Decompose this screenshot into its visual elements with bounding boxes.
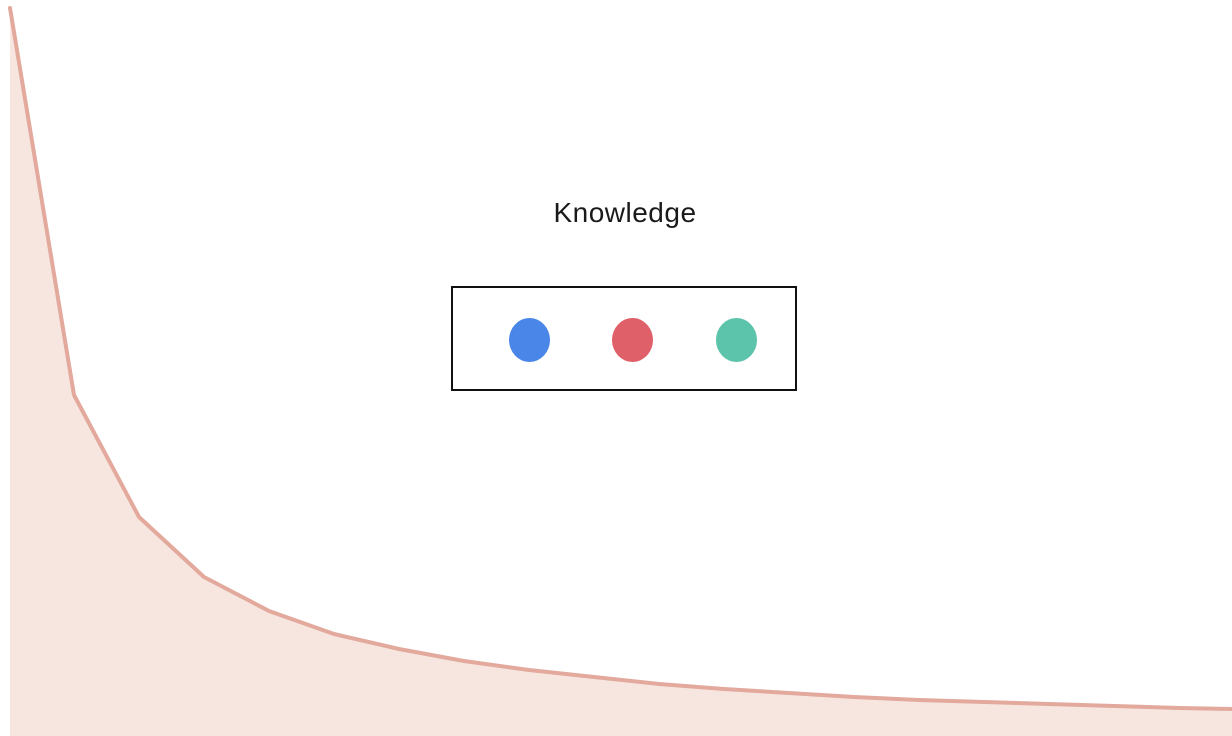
- knowledge-box: [451, 286, 797, 391]
- red-dot: [612, 318, 653, 362]
- diagram-canvas: Knowledge: [0, 0, 1232, 736]
- green-dot: [716, 318, 757, 362]
- blue-dot: [509, 318, 550, 362]
- diagram-title: Knowledge: [553, 197, 697, 228]
